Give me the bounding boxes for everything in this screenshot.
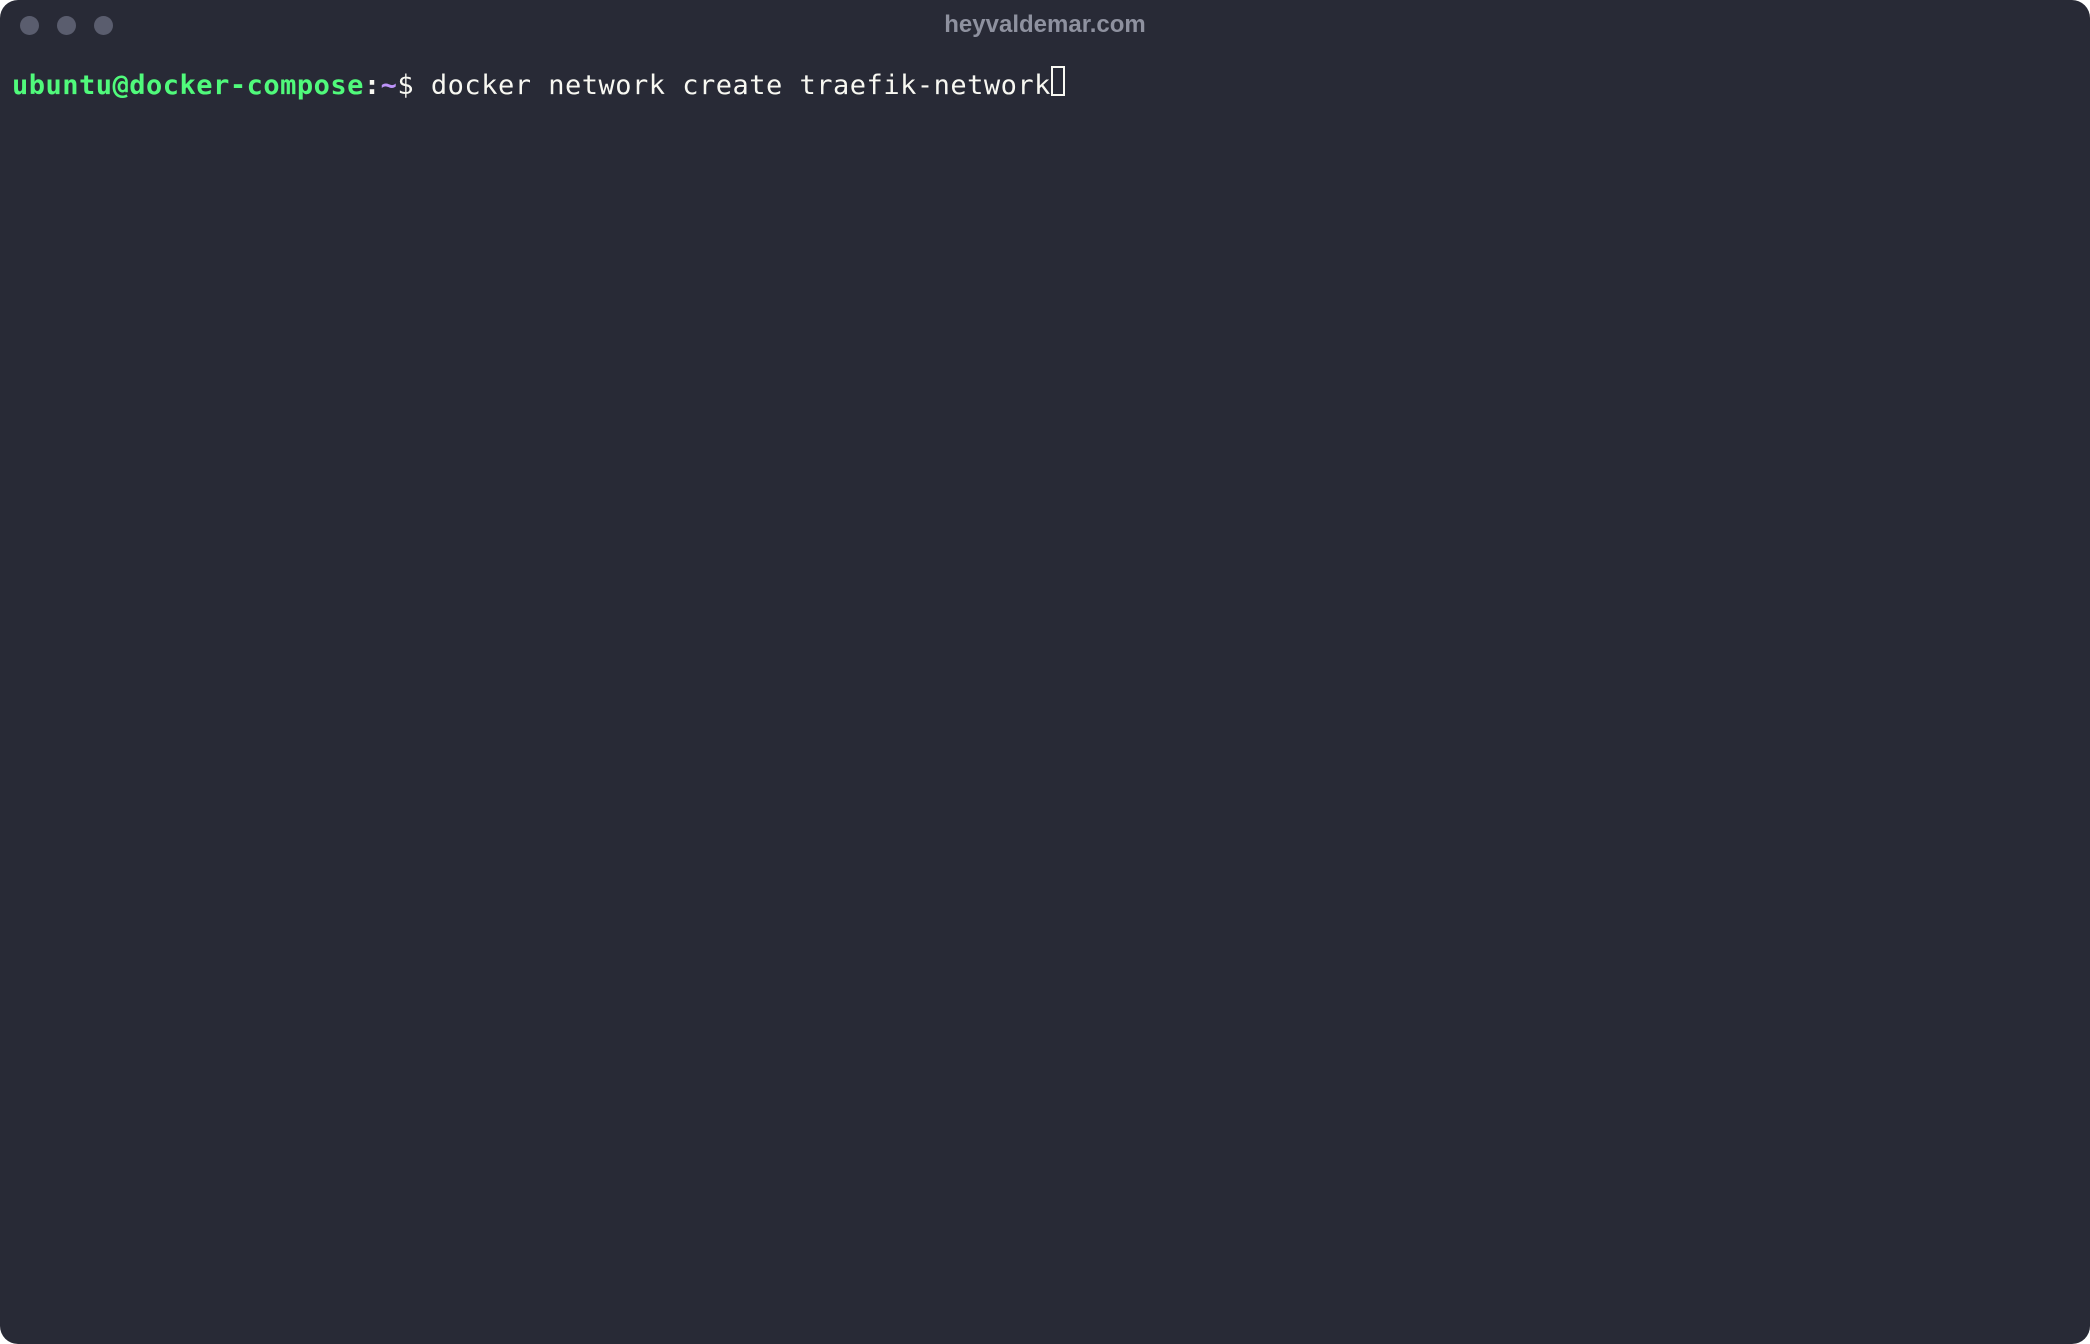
minimize-icon[interactable] [57,16,76,35]
terminal-body[interactable]: ubuntu@docker-compose:~$ docker network … [0,50,2090,119]
prompt-symbol: $ [397,67,431,105]
prompt-path: ~ [381,67,398,105]
traffic-lights [20,16,113,35]
terminal-window: heyvaldemar.com ubuntu@docker-compose:~$… [0,0,2090,1344]
command-text: docker network create traefik-network [431,67,1051,105]
close-icon[interactable] [20,16,39,35]
prompt-user-host: ubuntu@docker-compose [12,67,364,105]
maximize-icon[interactable] [94,16,113,35]
cursor-icon [1051,66,1065,96]
window-title: heyvaldemar.com [944,11,1145,39]
prompt-line: ubuntu@docker-compose:~$ docker network … [12,64,2078,105]
prompt-colon: : [364,67,381,105]
title-bar: heyvaldemar.com [0,0,2090,50]
